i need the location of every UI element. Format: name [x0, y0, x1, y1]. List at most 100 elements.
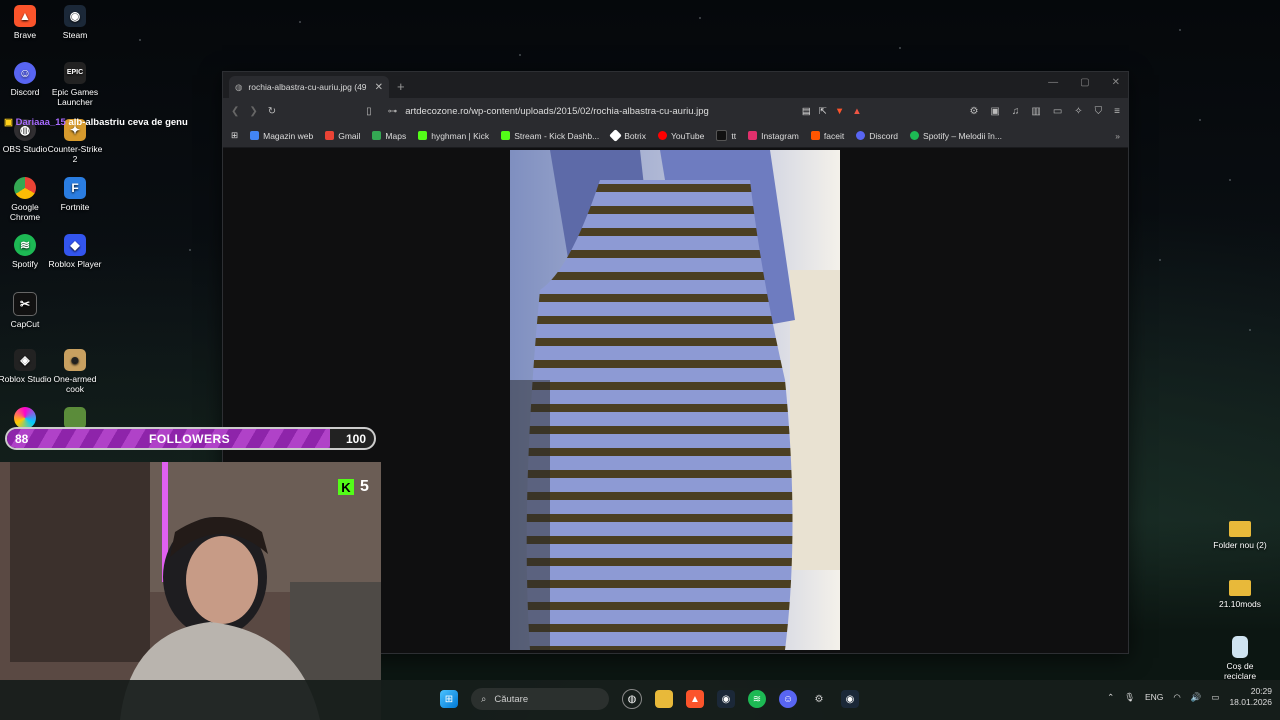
chat-text: alb-albastriu ceva de genu [68, 117, 188, 128]
clock[interactable]: 20:29 18.01.2026 [1229, 686, 1272, 708]
close-tab-icon[interactable]: ✕ [375, 82, 383, 93]
volume-icon[interactable]: 🔊 [1191, 692, 1202, 703]
folder-icon [1229, 580, 1251, 596]
spotify-icon: ≋ [14, 234, 36, 256]
wallet-icon[interactable]: ▭ [1053, 106, 1062, 117]
reload-button[interactable]: ↻ [268, 106, 276, 117]
search-icon: ⌕ [481, 693, 487, 705]
sidebar-icon[interactable]: ▥ [1031, 106, 1040, 117]
brave-rewards-icon[interactable]: ▲ [852, 106, 861, 117]
desktop-icon-roblox-player[interactable]: ◆ Roblox Player [46, 234, 104, 269]
faceit-icon [810, 131, 820, 140]
media-icon[interactable]: ♫ [1012, 106, 1020, 117]
maximize-button[interactable]: ▢ [1080, 77, 1089, 88]
bookmark-youtube[interactable]: YouTube [657, 131, 704, 141]
epic-icon: EPIC [64, 62, 86, 84]
share-icon[interactable]: ⇱ [819, 106, 827, 117]
bookmark-instagram[interactable]: Instagram [748, 131, 799, 141]
tab-title: rochia-albastra-cu-auriu.jpg (49 [248, 82, 367, 92]
forward-button[interactable]: ❯ [249, 106, 257, 117]
bookmarks-bar: ⊞ Magazin web Gmail Maps hyghman | Kick … [223, 124, 1128, 148]
steam-helper-taskbar-icon[interactable]: ◉ [841, 690, 859, 708]
site-info-icon[interactable]: ⊶ [388, 106, 398, 117]
steam-taskbar-icon[interactable]: ◉ [717, 690, 735, 708]
extensions-icon[interactable]: ⚙ [969, 106, 978, 117]
address-bar[interactable]: ⊶ artdecozone.ro/wp-content/uploads/2015… [382, 101, 868, 121]
reader-icon[interactable]: ▤ [802, 106, 811, 117]
battery-icon[interactable]: ▭ [1211, 692, 1219, 703]
game-icon: ☻ [64, 349, 86, 371]
desktop-icon-epic[interactable]: EPIC Epic Games Launcher [46, 62, 104, 107]
file-explorer-icon[interactable] [655, 690, 673, 708]
bookmark-faceit[interactable]: faceit [810, 131, 844, 141]
start-button[interactable]: ⊞ [440, 690, 458, 708]
desktop-icon-steam[interactable]: ◉ Steam [46, 5, 104, 40]
minecraft-icon [64, 407, 86, 429]
brave-shields-icon[interactable]: ▼ [835, 106, 844, 117]
folder-icon [1229, 521, 1251, 537]
apps-grid-icon[interactable]: ⊞ [231, 130, 238, 141]
desktop-icon-folder-nou[interactable]: Folder nou (2) [1211, 521, 1269, 550]
tab-active[interactable]: ◍ rochia-albastra-cu-auriu.jpg (49 ✕ [229, 76, 389, 98]
screenshot-icon[interactable]: ▣ [990, 106, 999, 117]
chat-badge-icon: ▣ [4, 117, 13, 128]
settings-taskbar-icon[interactable]: ⚙ [810, 690, 828, 708]
microphone-icon[interactable]: 🎙 [1124, 692, 1135, 703]
navigation-toolbar: ❮ ❯ ↻ ▯ ⊶ artdecozone.ro/wp-content/uplo… [223, 98, 1128, 124]
vpn-icon[interactable]: ⛉ [1095, 106, 1103, 117]
discord-icon [856, 131, 866, 140]
fortnite-icon: F [64, 177, 86, 199]
chat-message: ▣ Dariaaa_15 alb-albastriu ceva de genu [4, 117, 188, 128]
bookmark-spotify[interactable]: Spotify – Melodii în... [910, 131, 1002, 141]
tray-overflow-icon[interactable]: ⌃ [1107, 692, 1114, 703]
close-window-button[interactable]: ✕ [1112, 77, 1120, 88]
desktop-icon-one-armed-cook[interactable]: ☻ One-armed cook [46, 349, 104, 394]
spotify-taskbar-icon[interactable]: ≋ [748, 690, 766, 708]
discord-taskbar-icon[interactable]: ☺ [779, 690, 797, 708]
kick-icon [418, 131, 428, 140]
taskbar: ⊞ ⌕ Căutare ◍ ▲ ◉ ≋ ☺ ⚙ ◉ ⌃ 🎙 ENG ◠ 🔊 ▭ … [0, 680, 1280, 720]
new-tab-button[interactable]: + [397, 79, 405, 94]
wifi-icon[interactable]: ◠ [1173, 692, 1180, 703]
desktop-icon-recycle-bin[interactable]: Coș de reciclare [1211, 636, 1269, 681]
bookmark-icon[interactable]: ▯ [366, 106, 372, 117]
toolbar-icons: ⚙ ▣ ♫ ▥ ▭ ✧ ⛉ ≡ [969, 106, 1120, 117]
chrome-icon [14, 177, 36, 199]
bookmark-kick-channel[interactable]: hyghman | Kick [418, 131, 489, 141]
app-icon [14, 407, 36, 429]
leo-ai-icon[interactable]: ✧ [1074, 106, 1082, 117]
recycle-bin-icon [1232, 636, 1248, 658]
followers-current: 88 [15, 432, 29, 446]
bookmark-discord[interactable]: Discord [856, 131, 898, 141]
obs-taskbar-icon[interactable]: ◍ [622, 689, 642, 709]
gmail-icon [325, 131, 335, 140]
tab-bar: ◍ rochia-albastra-cu-auriu.jpg (49 ✕ + —… [223, 72, 1128, 98]
bookmark-maps[interactable]: Maps [372, 131, 406, 141]
botrix-icon [609, 129, 623, 142]
kick-logo-icon: K [338, 479, 354, 495]
desktop-icon-capcut[interactable]: ✂ CapCut [0, 292, 54, 329]
search-placeholder: Căutare [494, 693, 529, 705]
bookmark-botrix[interactable]: Botrix [609, 129, 646, 142]
language-indicator[interactable]: ENG [1145, 692, 1163, 702]
bookmarks-overflow-icon[interactable]: » [1115, 131, 1120, 141]
globe-icon: ◍ [235, 81, 243, 92]
dress-image [510, 150, 840, 650]
roblox-icon: ◆ [64, 234, 86, 256]
spotify-icon [910, 131, 920, 140]
desktop-icon-mods-folder[interactable]: 21.10mods [1211, 580, 1269, 609]
followers-goal: 100 [345, 432, 366, 446]
system-tray: ⌃ 🎙 ENG ◠ 🔊 ▭ 20:29 18.01.2026 [1107, 686, 1272, 708]
menu-icon[interactable]: ≡ [1114, 106, 1120, 117]
back-button[interactable]: ❮ [231, 106, 239, 117]
minimize-button[interactable]: — [1048, 77, 1058, 88]
bookmark-magazin-web[interactable]: Magazin web [250, 131, 313, 141]
brave-taskbar-icon[interactable]: ▲ [686, 690, 704, 708]
desktop-icon-fortnite[interactable]: F Fortnite [46, 177, 104, 212]
bookmark-gmail[interactable]: Gmail [325, 131, 360, 141]
bookmark-tiktok[interactable]: tt [716, 130, 736, 141]
taskbar-search[interactable]: ⌕ Căutare [471, 688, 609, 710]
viewer-count: 5 [360, 478, 369, 495]
bookmark-kick-dashboard[interactable]: Stream - Kick Dashb... [501, 131, 599, 141]
followers-label: FOLLOWERS [149, 432, 231, 446]
